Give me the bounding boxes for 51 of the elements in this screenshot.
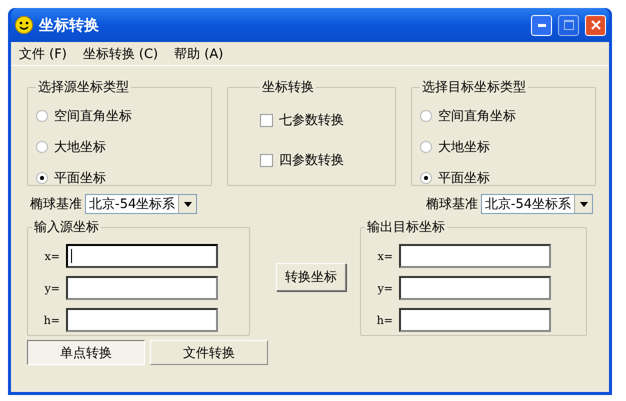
radio-label: 平面坐标 <box>54 170 106 186</box>
field-label: x= <box>376 250 393 262</box>
input-field[interactable] <box>399 244 551 268</box>
field-label: 椭球基准 <box>30 196 82 213</box>
field-label: 椭球基准 <box>426 196 478 213</box>
radio-button[interactable] <box>36 140 48 152</box>
close-button[interactable] <box>585 14 606 36</box>
group-title: 坐标转换 <box>261 79 315 96</box>
input-field[interactable] <box>399 276 551 300</box>
group-title: 选择源坐标类型 <box>37 79 130 96</box>
checkbox-label: 七参数转换 <box>279 112 344 129</box>
tab[interactable]: 文件转换 <box>150 340 268 365</box>
field-label: h= <box>42 314 60 326</box>
checkbox-label: 四参数转换 <box>279 152 344 169</box>
group-title: 选择目标坐标类型 <box>421 79 527 96</box>
field-label: y= <box>376 282 393 294</box>
maximize-button[interactable] <box>558 14 579 36</box>
input-field[interactable] <box>66 244 218 268</box>
radio-label: 空间直角坐标 <box>438 108 516 124</box>
minimize-button[interactable] <box>531 14 552 36</box>
menu-item[interactable]: 文件 (F) <box>19 44 67 62</box>
window-title: 坐标转换 <box>39 16 100 34</box>
dropdown-field[interactable]: 北京-54坐标系 <box>480 194 593 214</box>
radio-button[interactable] <box>420 110 432 122</box>
tab[interactable]: 单点转换 <box>27 340 145 365</box>
menu-item[interactable]: 帮助 (A) <box>174 44 224 62</box>
checkbox[interactable] <box>260 154 273 166</box>
input-field[interactable] <box>66 308 218 332</box>
radio-button[interactable] <box>420 140 432 152</box>
field-label: y= <box>44 282 60 294</box>
field-label: h= <box>376 314 393 326</box>
menu-item[interactable]: 坐标转换 (C) <box>82 44 158 62</box>
group-title: 输出目标坐标 <box>366 219 446 236</box>
checkbox[interactable] <box>260 114 273 126</box>
smiley-icon <box>15 16 33 34</box>
radio-label: 大地坐标 <box>54 138 106 156</box>
radio-button[interactable] <box>36 110 48 122</box>
radio-label: 平面坐标 <box>438 170 490 186</box>
close-icon[interactable] <box>590 20 600 30</box>
minimize-icon[interactable] <box>538 24 546 26</box>
dropdown-field[interactable]: 北京-54坐标系 <box>85 194 198 214</box>
input-field[interactable] <box>66 276 218 300</box>
radio-button[interactable] <box>36 172 48 184</box>
input-field[interactable] <box>399 308 551 332</box>
convert-button[interactable]: 转换坐标 <box>276 263 346 291</box>
radio-label: 大地坐标 <box>438 138 490 156</box>
maximize-icon[interactable] <box>564 20 574 30</box>
radio-button[interactable] <box>420 172 432 184</box>
field-label: x= <box>44 250 60 262</box>
radio-label: 空间直角坐标 <box>54 108 132 124</box>
group-title: 输入源坐标 <box>33 219 100 236</box>
